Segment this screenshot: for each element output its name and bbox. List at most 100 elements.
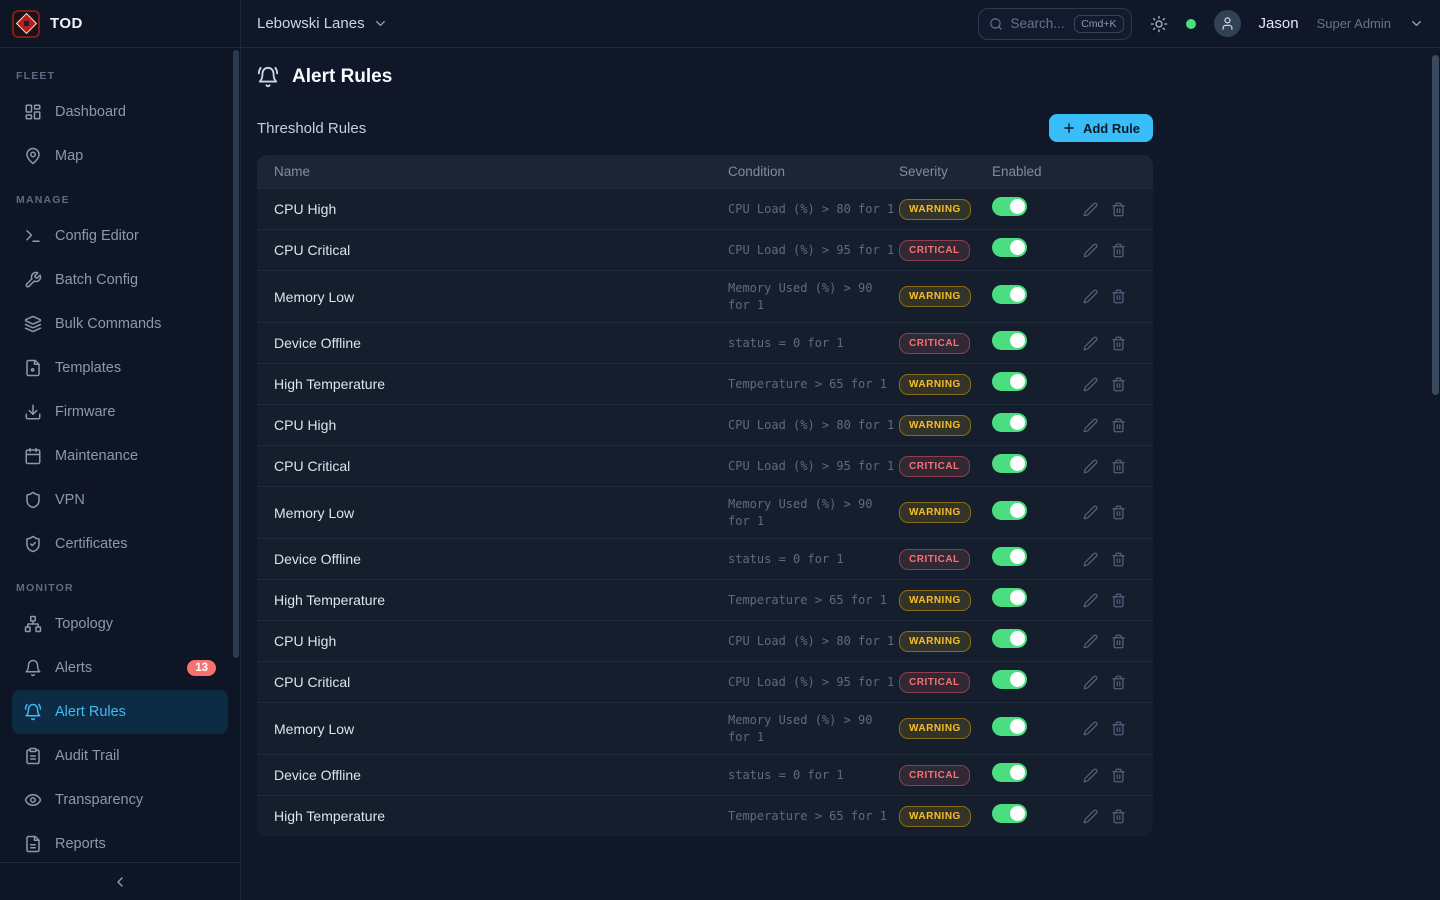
sidebar-scrollbar[interactable]: [233, 50, 239, 658]
delete-icon[interactable]: [1111, 505, 1126, 520]
enabled-toggle[interactable]: [992, 331, 1027, 350]
delete-icon[interactable]: [1111, 593, 1126, 608]
rule-condition: Memory Used (%) > 90 for 1: [728, 487, 899, 538]
edit-icon[interactable]: [1083, 243, 1098, 258]
sidebar-item-batch-config[interactable]: Batch Config: [12, 258, 228, 302]
severity-badge: CRITICAL: [899, 765, 970, 786]
delete-icon[interactable]: [1111, 418, 1126, 433]
sidebar-item-firmware[interactable]: Firmware: [12, 390, 228, 434]
sidebar-item-templates[interactable]: Templates: [12, 346, 228, 390]
delete-icon[interactable]: [1111, 809, 1126, 824]
enabled-toggle[interactable]: [992, 804, 1027, 823]
rule-condition: CPU Load (%) > 80 for 1: [728, 624, 899, 659]
enabled-toggle[interactable]: [992, 454, 1027, 473]
rule-name: CPU Critical: [257, 662, 728, 702]
sidebar-item-alert-rules[interactable]: Alert Rules: [12, 690, 228, 734]
avatar[interactable]: [1214, 10, 1241, 37]
severity-badge: WARNING: [899, 199, 971, 220]
delete-icon[interactable]: [1111, 377, 1126, 392]
edit-icon[interactable]: [1083, 768, 1098, 783]
edit-icon[interactable]: [1083, 505, 1098, 520]
delete-icon[interactable]: [1111, 336, 1126, 351]
delete-icon[interactable]: [1111, 675, 1126, 690]
edit-icon[interactable]: [1083, 552, 1098, 567]
edit-icon[interactable]: [1083, 459, 1098, 474]
sidebar-item-vpn[interactable]: VPN: [12, 478, 228, 522]
rule-name: CPU High: [257, 189, 728, 229]
enabled-toggle[interactable]: [992, 763, 1027, 782]
enabled-toggle[interactable]: [992, 372, 1027, 391]
rule-condition: status = 0 for 1: [728, 326, 899, 361]
enabled-toggle[interactable]: [992, 629, 1027, 648]
edit-icon[interactable]: [1083, 634, 1098, 649]
delete-icon[interactable]: [1111, 552, 1126, 567]
table-row: CPU Critical CPU Load (%) > 95 for 1 CRI…: [257, 661, 1153, 702]
edit-icon[interactable]: [1083, 377, 1098, 392]
delete-icon[interactable]: [1111, 202, 1126, 217]
user-menu-chevron-icon[interactable]: [1409, 16, 1424, 31]
enabled-toggle[interactable]: [992, 501, 1027, 520]
sidebar-item-topology[interactable]: Topology: [12, 602, 228, 646]
severity-badge: WARNING: [899, 374, 971, 395]
delete-icon[interactable]: [1111, 634, 1126, 649]
search-input[interactable]: Search... Cmd+K: [978, 8, 1132, 40]
edit-icon[interactable]: [1083, 202, 1098, 217]
severity-badge: CRITICAL: [899, 333, 970, 354]
enabled-toggle[interactable]: [992, 197, 1027, 216]
org-switcher[interactable]: Lebowski Lanes: [257, 15, 388, 32]
table-row: CPU Critical CPU Load (%) > 95 for 1 CRI…: [257, 445, 1153, 486]
enabled-toggle[interactable]: [992, 670, 1027, 689]
sidebar-item-map[interactable]: Map: [12, 134, 228, 178]
delete-icon[interactable]: [1111, 243, 1126, 258]
map-pin-icon: [24, 147, 42, 165]
sidebar-item-transparency[interactable]: Transparency: [12, 778, 228, 822]
enabled-toggle[interactable]: [992, 413, 1027, 432]
edit-icon[interactable]: [1083, 593, 1098, 608]
sidebar-item-dashboard[interactable]: Dashboard: [12, 90, 228, 134]
table-row: CPU Critical CPU Load (%) > 95 for 1 CRI…: [257, 229, 1153, 270]
user-name: Jason: [1259, 15, 1299, 32]
table-row: High Temperature Temperature > 65 for 1 …: [257, 579, 1153, 620]
sidebar-item-maintenance[interactable]: Maintenance: [12, 434, 228, 478]
enabled-toggle[interactable]: [992, 285, 1027, 304]
edit-icon[interactable]: [1083, 289, 1098, 304]
page-title-row: Alert Rules: [257, 66, 1424, 88]
rule-condition: Memory Used (%) > 90 for 1: [728, 703, 899, 754]
theme-toggle-icon[interactable]: [1150, 15, 1168, 33]
edit-icon[interactable]: [1083, 809, 1098, 824]
sidebar-item-config-editor[interactable]: Config Editor: [12, 214, 228, 258]
sidebar-header: TOD: [0, 0, 240, 48]
enabled-toggle[interactable]: [992, 717, 1027, 736]
edit-icon[interactable]: [1083, 418, 1098, 433]
search-icon: [989, 17, 1003, 31]
rule-condition: Temperature > 65 for 1: [728, 799, 899, 834]
severity-badge: CRITICAL: [899, 672, 970, 693]
shield-icon: [24, 491, 42, 509]
enabled-toggle[interactable]: [992, 547, 1027, 566]
sidebar-item-reports[interactable]: Reports: [12, 822, 228, 862]
edit-icon[interactable]: [1083, 675, 1098, 690]
rule-condition: CPU Load (%) > 80 for 1: [728, 408, 899, 443]
enabled-toggle[interactable]: [992, 238, 1027, 257]
sidebar-item-audit-trail[interactable]: Audit Trail: [12, 734, 228, 778]
add-rule-button[interactable]: Add Rule: [1049, 114, 1153, 142]
delete-icon[interactable]: [1111, 459, 1126, 474]
edit-icon[interactable]: [1083, 721, 1098, 736]
layers-icon: [24, 315, 42, 333]
enabled-toggle[interactable]: [992, 588, 1027, 607]
edit-icon[interactable]: [1083, 336, 1098, 351]
sidebar-collapse-button[interactable]: [0, 862, 240, 900]
severity-badge: WARNING: [899, 286, 971, 307]
delete-icon[interactable]: [1111, 768, 1126, 783]
table-body: CPU High CPU Load (%) > 80 for 1 WARNING…: [257, 188, 1153, 836]
severity-badge: CRITICAL: [899, 240, 970, 261]
rule-name: Memory Low: [257, 709, 728, 749]
section-label-manage: MANAGE: [16, 194, 224, 206]
severity-badge: CRITICAL: [899, 549, 970, 570]
main-scrollbar[interactable]: [1432, 55, 1439, 395]
sidebar-item-certificates[interactable]: Certificates: [12, 522, 228, 566]
sidebar-item-alerts[interactable]: Alerts 13: [12, 646, 228, 690]
delete-icon[interactable]: [1111, 289, 1126, 304]
delete-icon[interactable]: [1111, 721, 1126, 736]
sidebar-item-bulk-commands[interactable]: Bulk Commands: [12, 302, 228, 346]
